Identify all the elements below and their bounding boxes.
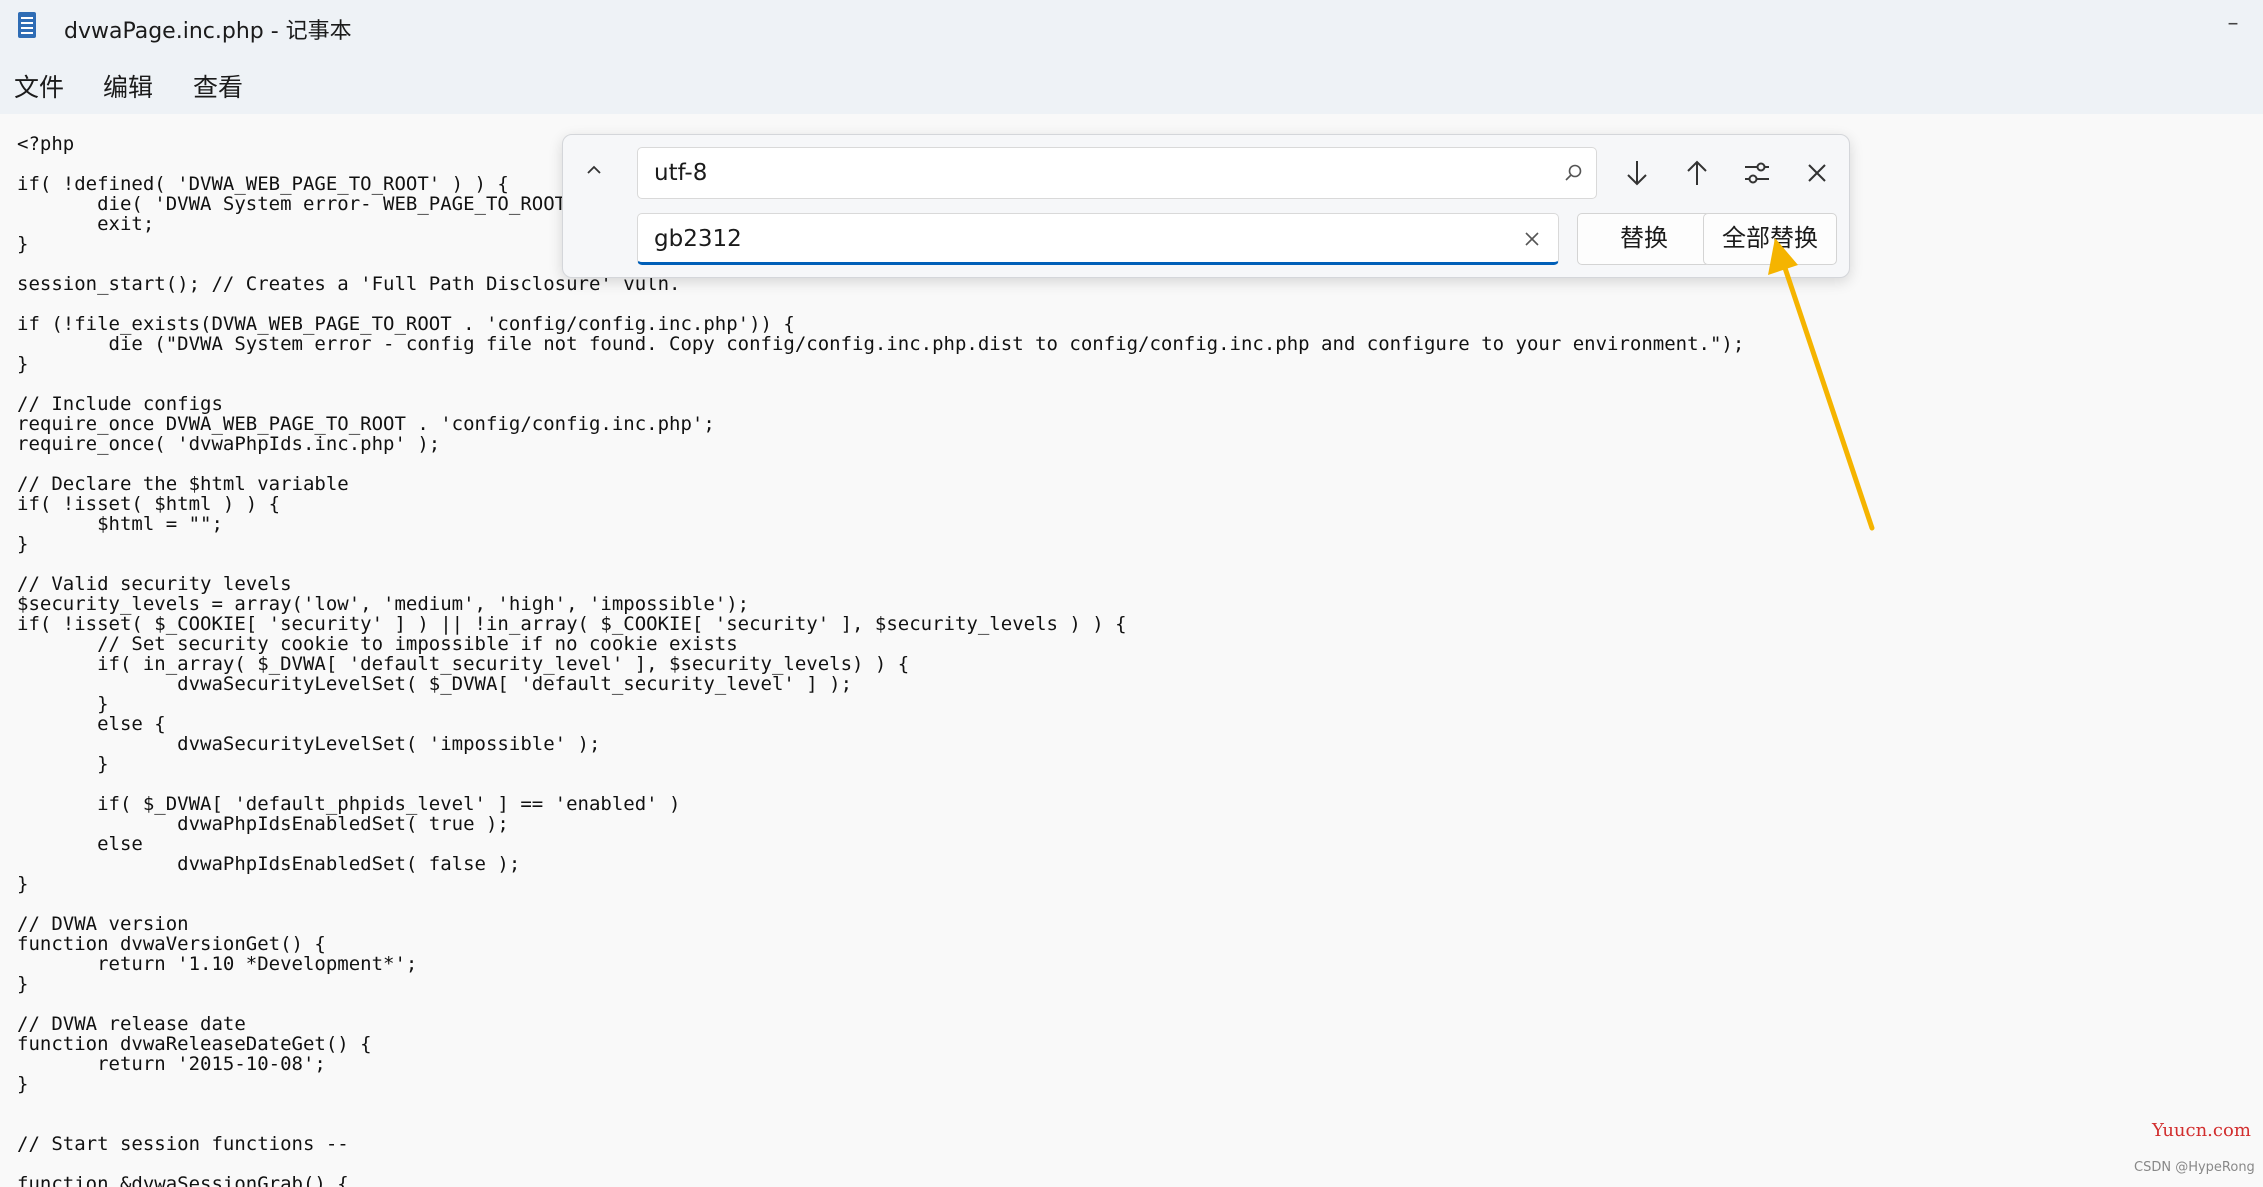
code-line: if( !defined( 'DVWA_WEB_PAGE_TO_ROOT' ) … [17,173,509,195]
code-line: // Valid security levels [17,573,292,595]
code-line: } [17,233,29,255]
code-line: } [17,973,29,995]
find-replace-panel: utf-8 gb2312 替换 全部替换 [562,134,1850,278]
menu-view[interactable]: 查看 [193,68,243,104]
code-line: if( !isset( $html ) ) { [17,493,281,515]
code-line: // Set security cookie to impossible if … [17,633,738,655]
code-line: // DVWA release date [17,1013,246,1035]
code-line: require_once DVWA_WEB_PAGE_TO_ROOT . 'co… [17,413,715,435]
replace-input[interactable]: gb2312 [637,213,1559,265]
code-line: } [17,353,29,375]
code-line: dvwaPhpIdsEnabledSet( false ); [17,853,521,875]
code-line: } [17,533,29,555]
editor-content[interactable]: <?php if( !defined( 'DVWA_WEB_PAGE_TO_RO… [17,134,1744,1187]
minimize-button[interactable]: – [2218,12,2248,38]
menu-edit[interactable]: 编辑 [103,68,153,104]
code-line: dvwaPhpIdsEnabledSet( true ); [17,813,509,835]
code-line: if( !isset( $_COOKIE[ 'security' ] ) || … [17,613,1127,635]
find-input[interactable]: utf-8 [637,147,1597,199]
code-line: } [17,1073,29,1095]
code-line: function dvwaReleaseDateGet() { [17,1033,372,1055]
menu-file[interactable]: 文件 [14,68,64,104]
search-icon[interactable] [1562,162,1584,184]
code-line: exit; [17,213,155,235]
code-line: dvwaSecurityLevelSet( $_DVWA[ 'default_s… [17,673,853,695]
code-line: } [17,693,109,715]
code-line: $html = ""; [17,513,223,535]
code-line: dvwaSecurityLevelSet( 'impossible' ); [17,733,601,755]
code-line: // DVWA version [17,913,189,935]
replace-input-value: gb2312 [654,226,742,252]
code-line: } [17,753,109,775]
find-input-value: utf-8 [654,160,708,186]
close-icon[interactable] [1797,153,1837,193]
code-line: if (!file_exists(DVWA_WEB_PAGE_TO_ROOT .… [17,313,795,335]
title-bar: dvwaPage.inc.php - 记事本 – [0,0,2263,52]
code-line: return '2015-10-08'; [17,1053,326,1075]
code-line: else [17,833,143,855]
code-line: // Include configs [17,393,223,415]
chevron-up-icon[interactable] [577,157,611,191]
code-line: } [17,873,29,895]
arrow-down-icon[interactable] [1617,153,1657,193]
menu-bar: 文件 编辑 查看 [0,52,2263,114]
window-title: dvwaPage.inc.php - 记事本 [64,19,352,44]
code-line: return '1.10 *Development*'; [17,953,418,975]
arrow-up-icon[interactable] [1677,153,1717,193]
options-icon[interactable] [1737,153,1777,193]
code-line: require_once( 'dvwaPhpIds.inc.php' ); [17,433,441,455]
notepad-window: dvwaPage.inc.php - 记事本 – 文件 编辑 查看 <?php … [0,0,2263,1187]
replace-button[interactable]: 替换 [1577,213,1711,265]
code-line: else { [17,713,166,735]
code-line: function dvwaVersionGet() { [17,933,326,955]
code-line: if( $_DVWA[ 'default_phpids_level' ] == … [17,793,681,815]
code-line: // Start session functions -- [17,1133,349,1155]
code-line: // Declare the $html variable [17,473,349,495]
code-line: die ("DVWA System error - config file no… [17,333,1745,355]
code-line: function &dvwaSessionGrab() { [17,1173,349,1187]
code-line: if( in_array( $_DVWA[ 'default_security_… [17,653,910,675]
clear-icon[interactable] [1520,227,1544,251]
code-line: $security_levels = array('low', 'medium'… [17,593,750,615]
replace-all-button[interactable]: 全部替换 [1703,213,1837,265]
watermark-credit: CSDN @HypeRong [2134,1160,2255,1175]
notepad-app-icon [18,12,36,38]
watermark-brand: Yuucn.com [2152,1120,2251,1141]
code-line: <?php [17,133,75,155]
